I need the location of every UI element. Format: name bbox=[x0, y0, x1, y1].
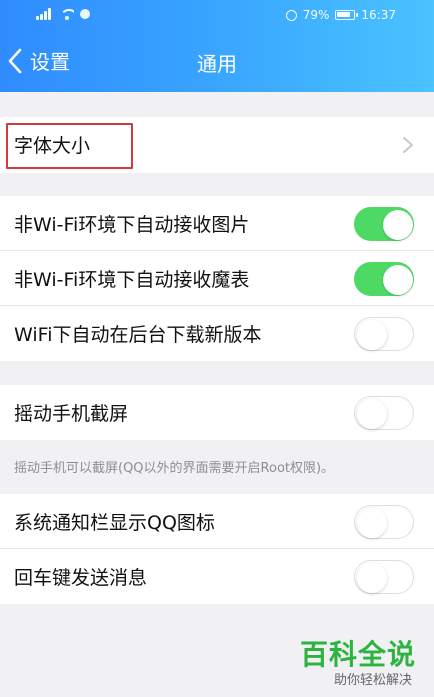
status-left bbox=[36, 8, 90, 20]
auto-receive-images-row: 非Wi-Fi环境下自动接收图片 bbox=[0, 196, 434, 251]
shake-screenshot-note-text: 摇动手机可以截屏(QQ以外的界面需要开启Root权限)。 bbox=[14, 461, 335, 476]
misc-section: 系统通知栏显示QQ图标 回车键发送消息 bbox=[0, 494, 434, 604]
wifi-background-download-row: WiFi下自动在后台下载新版本 bbox=[0, 306, 434, 361]
battery-percent: 79% bbox=[302, 8, 330, 22]
shake-screenshot-toggle[interactable] bbox=[354, 396, 414, 430]
battery-icon bbox=[335, 10, 359, 20]
toggle-knob bbox=[383, 210, 413, 240]
chevron-right-icon bbox=[403, 137, 413, 153]
alarm-icon bbox=[285, 9, 297, 21]
toggle-knob bbox=[383, 265, 413, 295]
clock-time: 16:37 bbox=[361, 8, 396, 22]
toggle-knob bbox=[357, 320, 387, 350]
auto-receive-images-toggle[interactable] bbox=[354, 207, 414, 241]
page-title: 通用 bbox=[197, 52, 237, 76]
font-size-label: 字体大小 bbox=[14, 135, 91, 157]
enter-to-send-toggle[interactable] bbox=[354, 560, 414, 594]
shake-screenshot-row: 摇动手机截屏 bbox=[0, 385, 434, 440]
signal-icon bbox=[36, 8, 54, 20]
status-bar: 79% 16:37 bbox=[0, 0, 434, 30]
wifi-background-download-label: WiFi下自动在后台下载新版本 bbox=[14, 324, 262, 346]
toggle-knob bbox=[357, 563, 387, 593]
wifi-background-download-toggle[interactable] bbox=[354, 317, 414, 351]
shake-screenshot-note: 摇动手机可以截屏(QQ以外的界面需要开启Root权限)。 bbox=[0, 440, 434, 494]
auto-receive-section: 非Wi-Fi环境下自动接收图片 非Wi-Fi环境下自动接收魔表 WiFi下自动在… bbox=[0, 196, 434, 361]
toggle-knob bbox=[357, 399, 387, 429]
auto-receive-images-label: 非Wi-Fi环境下自动接收图片 bbox=[14, 214, 250, 236]
watermark-title: 百科全说 bbox=[299, 638, 416, 671]
toggle-knob bbox=[357, 508, 387, 538]
notification-bar-icon-row: 系统通知栏显示QQ图标 bbox=[0, 494, 434, 549]
font-size-section: 字体大小 bbox=[0, 117, 434, 173]
enter-to-send-row: 回车键发送消息 bbox=[0, 549, 434, 604]
notification-icon bbox=[80, 9, 90, 19]
font-size-row[interactable]: 字体大小 bbox=[0, 117, 434, 172]
header: 79% 16:37 设置 通用 bbox=[0, 0, 434, 92]
shake-screenshot-section: 摇动手机截屏 bbox=[0, 385, 434, 440]
enter-to-send-label: 回车键发送消息 bbox=[14, 567, 148, 589]
wifi-icon bbox=[60, 8, 74, 20]
navigation-bar: 设置 通用 bbox=[0, 30, 434, 92]
status-right: 79% 16:37 bbox=[285, 8, 396, 22]
auto-receive-magic-table-toggle[interactable] bbox=[354, 262, 414, 296]
auto-receive-magic-table-row: 非Wi-Fi环境下自动接收魔表 bbox=[0, 251, 434, 306]
shake-screenshot-label: 摇动手机截屏 bbox=[14, 403, 129, 425]
watermark: 百科全说 助你轻松解决 bbox=[300, 633, 426, 691]
auto-receive-magic-table-label: 非Wi-Fi环境下自动接收魔表 bbox=[14, 269, 250, 291]
notification-bar-icon-toggle[interactable] bbox=[354, 505, 414, 539]
notification-bar-icon-label: 系统通知栏显示QQ图标 bbox=[14, 512, 215, 534]
watermark-subtitle: 助你轻松解决 bbox=[333, 673, 412, 688]
